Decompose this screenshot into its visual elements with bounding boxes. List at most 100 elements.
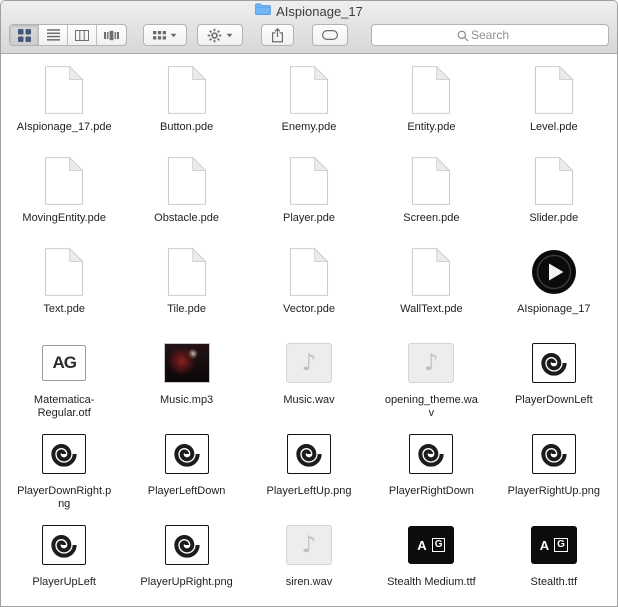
file-label: PlayerUpLeft: [32, 576, 96, 588]
audio-note-icon: ♪: [408, 334, 455, 392]
audio-note-icon: ♪: [285, 516, 332, 574]
file-item[interactable]: PlayerRightDown: [370, 422, 492, 513]
file-item[interactable]: PlayerUpRight.png: [125, 513, 247, 604]
app-play-icon: [531, 243, 577, 301]
file-item[interactable]: ♪ siren.wav: [248, 513, 370, 604]
column-view-icon: [75, 29, 89, 41]
file-label: AIspionage_17: [517, 303, 591, 315]
sprite-image-icon: [531, 425, 576, 483]
file-label: Slider.pde: [529, 212, 579, 224]
file-item[interactable]: A G Stealth Medium.ttf: [370, 513, 492, 604]
file-item[interactable]: A G Stealth.ttf: [493, 513, 615, 604]
file-item[interactable]: Slider.pde: [493, 149, 615, 240]
file-label: PlayerLeftDown: [147, 485, 226, 497]
file-label: Vector.pde: [282, 303, 335, 315]
file-item[interactable]: Tile.pde: [125, 240, 247, 331]
file-label: opening_theme.wav: [384, 394, 478, 419]
album-art-icon: [163, 334, 210, 392]
file-item[interactable]: Entity.pde: [370, 58, 492, 149]
sprite-image-icon: [531, 334, 576, 392]
document-icon: [289, 152, 329, 210]
file-label: AIspionage_17.pde: [16, 121, 112, 133]
file-label: Level.pde: [529, 121, 578, 133]
file-label: PlayerRightDown: [388, 485, 474, 497]
sprite-image-icon: [409, 425, 454, 483]
file-label: siren.wav: [285, 576, 333, 588]
document-icon: [44, 243, 84, 301]
view-mode-segmented-control: [9, 24, 127, 46]
file-grid[interactable]: AIspionage_17.pde Button.pde Enemy.pde E…: [1, 54, 617, 606]
document-icon: [289, 243, 329, 301]
file-label: Obstacle.pde: [154, 212, 219, 224]
file-item[interactable]: AIspionage_17.pde: [3, 58, 125, 149]
file-item[interactable]: ♪ Music.wav: [248, 331, 370, 422]
column-view-button[interactable]: [68, 25, 97, 45]
file-label: Stealth.ttf: [530, 576, 578, 588]
tags-button[interactable]: [312, 24, 348, 46]
file-label: Music.mp3: [160, 394, 214, 406]
document-icon: [411, 152, 451, 210]
list-view-icon: [46, 29, 60, 41]
folder-icon: [255, 3, 271, 21]
file-item[interactable]: AIspionage_17: [493, 240, 615, 331]
document-icon: [411, 243, 451, 301]
font-ttf-icon: AG: [408, 516, 455, 574]
search-field-wrap: [371, 24, 609, 46]
finder-window: AIspionage_17 Search AIspionage_17.pde B…: [0, 0, 618, 607]
file-label: PlayerUpRight.png: [140, 576, 233, 588]
file-item[interactable]: MovingEntity.pde: [3, 149, 125, 240]
audio-note-icon: ♪: [285, 334, 332, 392]
file-item[interactable]: PlayerLeftDown: [125, 422, 247, 513]
file-item[interactable]: PlayerUpLeft: [3, 513, 125, 604]
file-item[interactable]: WallText.pde: [370, 240, 492, 331]
titlebar[interactable]: AIspionage_17: [1, 1, 617, 22]
search-input[interactable]: [371, 24, 609, 46]
list-view-button[interactable]: [39, 25, 68, 45]
action-button[interactable]: [197, 24, 243, 46]
file-item[interactable]: AG Matematica-Regular.otf: [3, 331, 125, 422]
file-label: Entity.pde: [407, 121, 456, 133]
document-icon: [44, 152, 84, 210]
file-label: Enemy.pde: [281, 121, 337, 133]
file-item[interactable]: PlayerDownRight.png: [3, 422, 125, 513]
coverflow-view-button[interactable]: [97, 25, 126, 45]
sprite-image-icon: [286, 425, 331, 483]
window-chrome: AIspionage_17: [1, 1, 617, 54]
file-item[interactable]: Enemy.pde: [248, 58, 370, 149]
font-ttf-icon: AG: [530, 516, 577, 574]
file-item[interactable]: Player.pde: [248, 149, 370, 240]
file-label: PlayerDownRight.png: [17, 485, 112, 510]
file-item[interactable]: Vector.pde: [248, 240, 370, 331]
file-item[interactable]: ♪ opening_theme.wav: [370, 331, 492, 422]
file-label: PlayerLeftUp.png: [266, 485, 352, 497]
chevron-down-icon: [226, 33, 233, 37]
document-icon: [534, 152, 574, 210]
file-item[interactable]: Screen.pde: [370, 149, 492, 240]
arrange-button[interactable]: [143, 24, 187, 46]
file-item[interactable]: Level.pde: [493, 58, 615, 149]
file-label: Stealth Medium.ttf: [387, 576, 476, 588]
file-item[interactable]: PlayerDownLeft: [493, 331, 615, 422]
icon-view-button[interactable]: [10, 25, 39, 45]
file-label: Player.pde: [283, 212, 335, 224]
sprite-image-icon: [164, 425, 209, 483]
file-item[interactable]: PlayerRightUp.png: [493, 422, 615, 513]
sprite-image-icon: [42, 425, 87, 483]
share-button[interactable]: [261, 24, 294, 46]
file-label: WallText.pde: [400, 303, 463, 315]
file-label: Text.pde: [43, 303, 85, 315]
window-title: AIspionage_17: [276, 4, 363, 19]
file-item[interactable]: Button.pde: [125, 58, 247, 149]
file-item[interactable]: Music.mp3: [125, 331, 247, 422]
document-icon: [289, 61, 329, 119]
file-item[interactable]: PlayerLeftUp.png: [248, 422, 370, 513]
share-icon: [272, 27, 283, 42]
file-label: Screen.pde: [403, 212, 460, 224]
document-icon: [411, 61, 451, 119]
file-label: PlayerDownLeft: [514, 394, 593, 406]
document-icon: [167, 243, 207, 301]
file-item[interactable]: Obstacle.pde: [125, 149, 247, 240]
file-label: MovingEntity.pde: [22, 212, 106, 224]
file-item[interactable]: Text.pde: [3, 240, 125, 331]
arrange-grid-icon: [153, 30, 166, 39]
